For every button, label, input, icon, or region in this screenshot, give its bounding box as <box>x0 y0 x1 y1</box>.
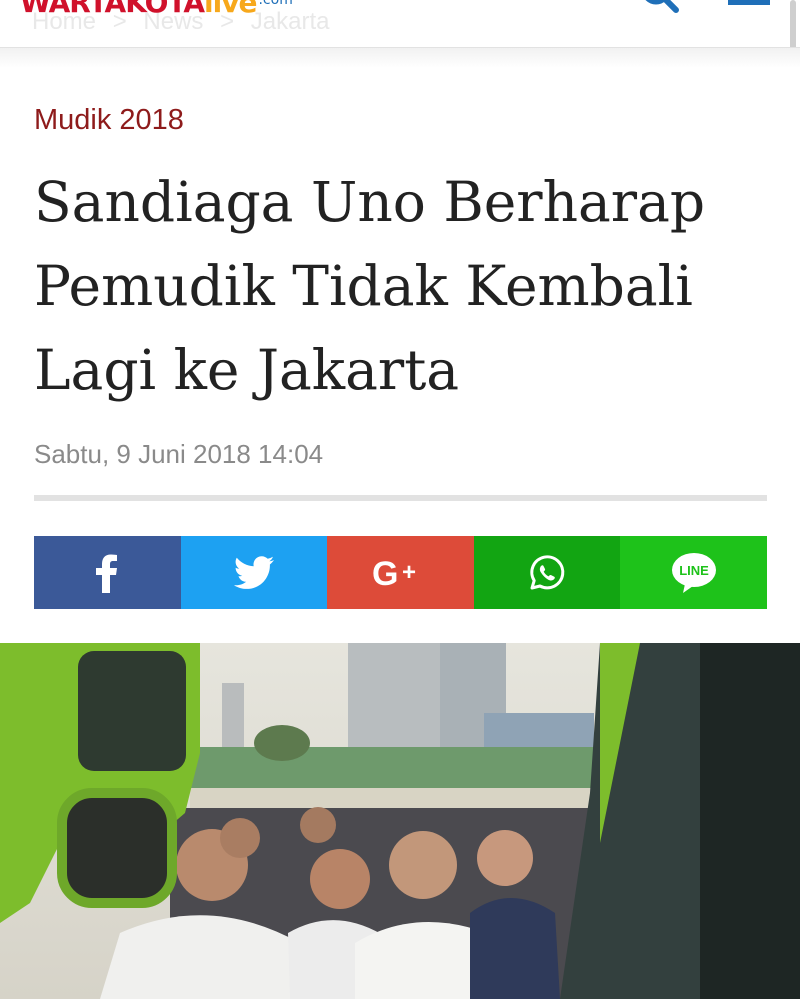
headline-line: Pemudik Tidak Kembali <box>34 254 693 318</box>
search-icon[interactable] <box>640 0 680 14</box>
headline-line: Lagi ke Jakarta <box>34 338 460 402</box>
share-google-plus-button[interactable]: G + <box>327 536 474 609</box>
google-plus-icon: G + <box>372 556 428 590</box>
logo-live: live <box>204 0 257 19</box>
logo-brand: WARTAKOTA <box>20 0 205 19</box>
facebook-icon <box>95 553 119 593</box>
svg-text:+: + <box>402 559 416 586</box>
share-twitter-button[interactable] <box>180 536 328 609</box>
line-icon: LINE <box>671 552 717 594</box>
share-whatsapp-button[interactable] <box>473 536 621 609</box>
divider <box>34 495 767 501</box>
share-bar: G + LINE <box>34 536 767 609</box>
article-photo <box>0 643 800 999</box>
headline-line: Sandiaga Uno Berharap <box>34 170 706 234</box>
site-logo[interactable]: WARTAKOTAlive .com <box>20 0 293 19</box>
site-header: Home > News > Jakarta WARTAKOTAlive .com <box>0 0 800 48</box>
header-shadow <box>0 48 800 68</box>
whatsapp-icon <box>528 554 566 592</box>
logo-domain: .com <box>258 0 293 8</box>
share-facebook-button[interactable] <box>34 536 181 609</box>
article-headline: Sandiaga Uno Berharap Pemudik Tidak Kemb… <box>34 160 774 412</box>
article-category[interactable]: Mudik 2018 <box>34 104 184 137</box>
hamburger-menu-icon[interactable] <box>728 0 770 6</box>
scrollbar-thumb[interactable] <box>790 0 796 47</box>
line-label: LINE <box>679 563 709 578</box>
svg-text:G: G <box>372 556 398 590</box>
share-line-button[interactable]: LINE <box>620 536 767 609</box>
twitter-icon <box>233 555 274 590</box>
article-datetime: Sabtu, 9 Juni 2018 14:04 <box>34 439 324 469</box>
photo-illustration <box>0 643 800 999</box>
